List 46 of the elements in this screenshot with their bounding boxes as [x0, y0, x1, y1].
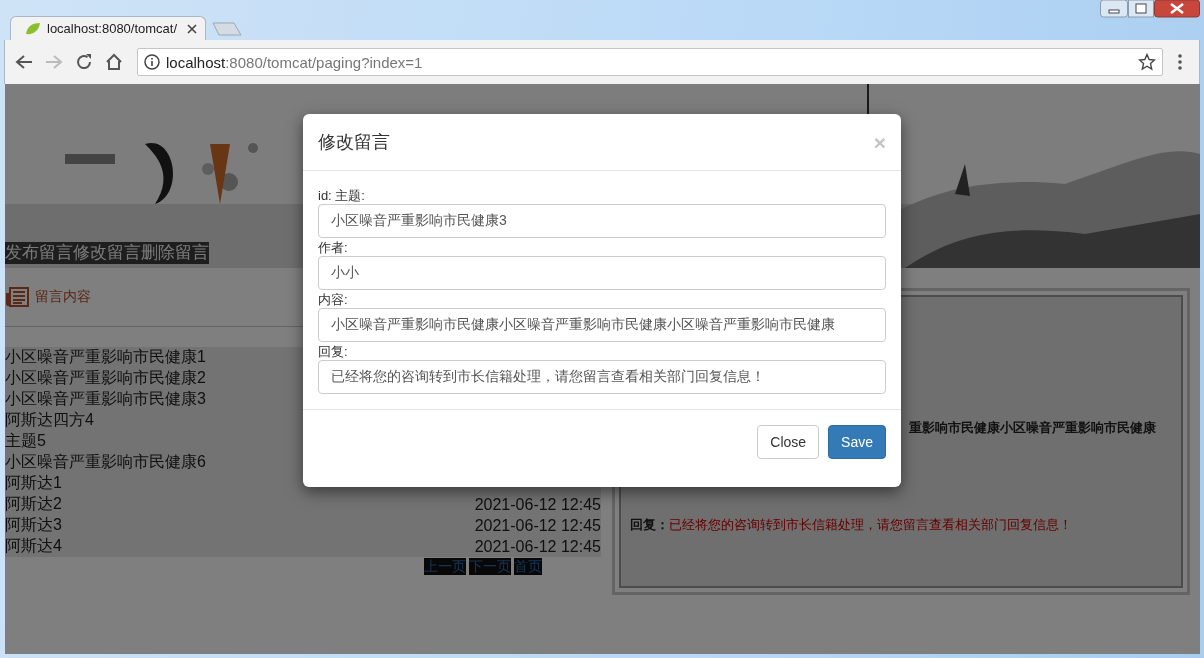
browser-tab[interactable]: localhost:8080/tomcat/	[10, 16, 206, 40]
section-title: 留言内容	[35, 288, 91, 306]
message-time: 2021-06-12 12:45	[474, 516, 601, 535]
message-title[interactable]: 小区噪音严重影响市民健康1	[5, 347, 206, 368]
input-field[interactable]: 小小	[318, 256, 886, 290]
message-title[interactable]: 小区噪音严重影响市民健康2	[5, 368, 206, 389]
nav-link[interactable]: 删除留言	[141, 242, 209, 264]
url-text: localhost:8080/tomcat/paging?index=1	[166, 53, 424, 71]
home-icon	[105, 53, 123, 71]
message-title[interactable]: 阿斯达1	[5, 473, 62, 494]
close-dialog-button[interactable]: Close	[757, 425, 820, 459]
message-title[interactable]: 阿斯达四方4	[5, 410, 94, 431]
close-icon[interactable]	[187, 23, 197, 34]
input-field[interactable]: 已经将您的咨询转到市长信籍处理，请您留言查看相关部门回复信息！	[318, 360, 886, 394]
message-title[interactable]: 主题5	[5, 431, 46, 452]
newspaper-icon	[5, 287, 29, 307]
message-time: 2021-06-12 12:45	[474, 537, 601, 556]
dialog-title: 修改留言	[318, 131, 390, 154]
message-title[interactable]: 小区噪音严重影响市民健康6	[5, 452, 206, 473]
forward-arrow-icon	[45, 54, 63, 70]
field-label: 回复:	[318, 343, 349, 360]
field-label: id: 主题:	[318, 187, 366, 204]
star-icon[interactable]	[1138, 53, 1156, 71]
address-bar[interactable]: localhost:8080/tomcat/paging?index=1	[137, 48, 1163, 76]
field-label: 作者:	[318, 239, 349, 256]
input-field[interactable]: 小区噪音严重影响市民健康小区噪音严重影响市民健康小区噪音严重影响市民健康	[318, 308, 886, 342]
message-title[interactable]: 阿斯达2	[5, 494, 62, 515]
input-field[interactable]: 小区噪音严重影响市民健康3	[318, 204, 886, 238]
message-title[interactable]: 阿斯达3	[5, 515, 62, 536]
save-button[interactable]: Save	[828, 425, 886, 459]
message-title[interactable]: 阿斯达4	[5, 536, 62, 557]
back-arrow-icon	[15, 54, 33, 70]
reply-text: 回复：已经将您的咨询转到市长信籍处理，请您留言查看相关部门回复信息！	[630, 516, 1073, 534]
message-title[interactable]: 小区噪音严重影响市民健康3	[5, 389, 206, 410]
field-label: 内容:	[318, 291, 349, 308]
close-window-button[interactable]	[1154, 0, 1200, 18]
leaf-icon	[25, 21, 41, 36]
content-text: 重影响市民健康小区噪音严重影响市民健康	[909, 419, 1157, 437]
nav-link[interactable]: 修改留言	[73, 242, 141, 264]
info-icon[interactable]	[144, 54, 160, 70]
nav-link[interactable]: 发布留言	[5, 242, 73, 264]
maximize-button[interactable]	[1128, 0, 1154, 18]
menu-icon	[1177, 53, 1183, 71]
reload-icon	[75, 53, 93, 71]
tab-title: localhost:8080/tomcat/	[47, 21, 179, 36]
message-time: 2021-06-12 12:45	[474, 495, 601, 514]
